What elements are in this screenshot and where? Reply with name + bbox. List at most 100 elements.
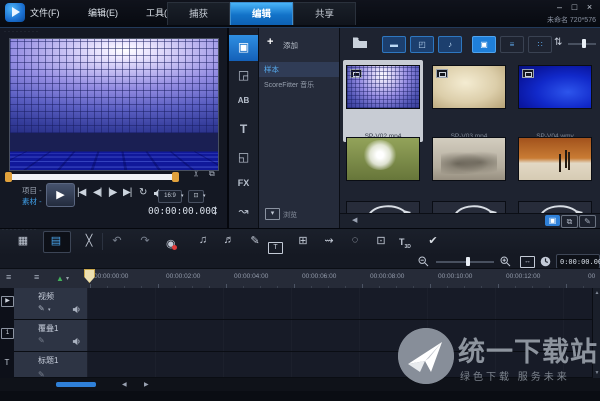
video-track-icon[interactable]: ▶ bbox=[1, 296, 14, 307]
collapse-gallery-icon[interactable]: ◀ bbox=[352, 216, 357, 224]
grid-lines-icon[interactable]: ⊞ bbox=[294, 234, 312, 247]
filter-fx-icon[interactable]: FX bbox=[229, 178, 258, 188]
transition-icon[interactable]: AB bbox=[229, 96, 258, 105]
end-button[interactable]: ▶| bbox=[123, 187, 132, 198]
hscroll-left-icon[interactable]: ◀ bbox=[122, 381, 127, 388]
zoom-out-icon[interactable] bbox=[418, 256, 429, 267]
edit-media-icon[interactable]: ✎ bbox=[579, 215, 596, 228]
tab-capture[interactable]: 捕获 bbox=[167, 2, 230, 25]
close-button[interactable]: × bbox=[583, 2, 596, 13]
record-capture-icon[interactable]: ◉ bbox=[166, 238, 176, 250]
media-item[interactable]: SP-V02.mp4 bbox=[343, 60, 423, 142]
ripple-caret-icon[interactable]: ▾ bbox=[48, 307, 51, 313]
track-options-icon[interactable]: ≡ bbox=[34, 272, 39, 282]
hscroll-thumb[interactable] bbox=[56, 382, 96, 387]
media-library-icon[interactable]: ▣ bbox=[229, 40, 258, 54]
zoom-in-icon[interactable] bbox=[500, 256, 511, 267]
media-item[interactable]: SP-V04.wmv bbox=[515, 60, 595, 142]
track-mute-icon[interactable] bbox=[72, 337, 81, 346]
play-button[interactable]: ▶ bbox=[46, 183, 75, 207]
tab-share[interactable]: 共享 bbox=[293, 2, 356, 25]
browse-label[interactable]: 浏览 bbox=[283, 210, 297, 220]
motion-tracking-icon[interactable]: ⇝ bbox=[320, 234, 338, 247]
split-clip-icon[interactable]: ✂ bbox=[192, 170, 201, 177]
3d-title-icon[interactable]: T3D bbox=[399, 237, 411, 250]
hscroll-right-icon[interactable]: ▶ bbox=[144, 381, 149, 388]
motion-path-icon[interactable]: ↝ bbox=[229, 204, 258, 218]
track-height-icon[interactable]: ▲ bbox=[56, 274, 64, 283]
list-view-button[interactable]: ≡ bbox=[500, 36, 524, 53]
timecode-down-icon[interactable]: ▼ bbox=[213, 212, 218, 217]
ripple-edit-icon[interactable]: ✎ bbox=[38, 336, 45, 345]
redo-icon[interactable]: ↷ bbox=[136, 234, 154, 247]
aspect-caret-icon[interactable]: ▾ bbox=[181, 194, 184, 199]
thumb-size-slider-thumb[interactable] bbox=[582, 39, 586, 48]
sound-mixer-icon[interactable]: ♫ bbox=[194, 234, 212, 246]
repeat-button[interactable]: ↻ bbox=[139, 187, 147, 198]
multicam-editor-icon[interactable]: ⊡ bbox=[372, 234, 390, 247]
mask-creator-icon[interactable]: ◌ bbox=[346, 234, 364, 246]
home-button[interactable]: |◀ bbox=[77, 187, 86, 198]
import-media-icon[interactable] bbox=[352, 36, 368, 49]
timeline-zoom-slider-thumb[interactable] bbox=[466, 257, 470, 266]
prev-frame-button[interactable]: ◀| bbox=[93, 187, 102, 198]
title-track-icon[interactable]: T bbox=[1, 358, 13, 367]
auto-music-icon[interactable]: ♬ bbox=[220, 234, 238, 246]
ruler-clock-icon[interactable] bbox=[540, 256, 551, 267]
scrubber-bar[interactable] bbox=[6, 174, 178, 180]
clip-mode-label[interactable]: 素材 - bbox=[22, 196, 42, 207]
preview-timecode[interactable]: 00:00:00.000 bbox=[148, 206, 217, 217]
track-manager-icon[interactable]: ≡ bbox=[6, 272, 11, 282]
track-header-overlay[interactable]: 覆叠1 ✎ ∗ bbox=[14, 320, 95, 352]
browse-panel-icon[interactable]: ▾ bbox=[265, 208, 280, 220]
tab-edit[interactable]: 编辑 bbox=[230, 2, 293, 25]
zoom-mode-dropdown[interactable]: ⊡ bbox=[188, 190, 204, 203]
title-library-icon[interactable]: T bbox=[229, 122, 258, 136]
timeline-view-icon[interactable]: ▤ bbox=[47, 234, 65, 247]
painting-creator-icon[interactable]: ✎ bbox=[246, 234, 264, 247]
trim-start-handle[interactable] bbox=[5, 172, 12, 182]
track-header-title[interactable]: 标题1 ✎ bbox=[14, 352, 87, 379]
minimize-button[interactable]: – bbox=[553, 2, 566, 13]
timeline-ruler[interactable]: ≡ ≡ ▲ ▾ 00:00:00:00 00:00:02:00 00:00:04… bbox=[0, 268, 600, 290]
instant-project-icon[interactable]: ◲ bbox=[229, 68, 258, 82]
project-mode-label[interactable]: 项目 - bbox=[22, 185, 42, 196]
filter-music-button[interactable]: ♪ bbox=[438, 36, 462, 53]
playhead-marker[interactable] bbox=[84, 269, 95, 283]
timeline-zoom-slider[interactable] bbox=[436, 261, 494, 263]
trim-end-handle[interactable] bbox=[172, 172, 179, 182]
enlarge-preview-icon[interactable]: ⧉ bbox=[209, 169, 215, 179]
track-header-video[interactable]: 视频 ✎ ▾ ∗ bbox=[14, 288, 95, 320]
zoom-caret-icon[interactable]: ▾ bbox=[203, 194, 206, 199]
storyboard-view-icon[interactable]: ▦ bbox=[14, 234, 32, 247]
grid-view-button[interactable]: ∷ bbox=[528, 36, 552, 53]
track-mute-icon[interactable] bbox=[72, 305, 81, 314]
subtitle-editor-icon[interactable]: T bbox=[268, 236, 283, 254]
category-scorefitter[interactable]: ScoreFitter 音乐 bbox=[259, 78, 339, 93]
track-height-caret-icon[interactable]: ▾ bbox=[66, 275, 69, 282]
aspect-ratio-dropdown[interactable]: 16:9 bbox=[158, 190, 182, 203]
filter-video-button[interactable]: ▬ bbox=[382, 36, 406, 53]
add-folder-icon[interactable]: + bbox=[267, 36, 273, 48]
media-item[interactable]: SP-V03.mp4 bbox=[429, 60, 509, 142]
compare-windows-icon[interactable]: ⧉ bbox=[561, 215, 578, 228]
library-panel-icon[interactable]: ▣ bbox=[545, 215, 560, 226]
enhance-check-icon[interactable]: ✔ bbox=[424, 234, 442, 247]
fit-project-icon[interactable]: ↔ bbox=[520, 256, 535, 268]
next-frame-button[interactable]: |▶ bbox=[108, 187, 117, 198]
overlay-track-icon[interactable]: 1 bbox=[1, 328, 14, 339]
filter-photo-button[interactable]: ◰ bbox=[410, 36, 434, 53]
add-folder-label[interactable]: 添加 bbox=[283, 40, 298, 51]
undo-icon[interactable]: ↶ bbox=[108, 234, 126, 247]
sort-icon[interactable]: ⇅ bbox=[554, 37, 562, 48]
ripple-edit-icon[interactable]: ✎ bbox=[38, 304, 45, 313]
mix-tools-icon[interactable]: ╳ bbox=[80, 234, 98, 247]
graphics-icon[interactable]: ◱ bbox=[229, 150, 258, 164]
maximize-button[interactable]: □ bbox=[568, 2, 581, 13]
menu-file[interactable]: 文件(F) bbox=[30, 6, 60, 19]
category-samples[interactable]: 样本 bbox=[259, 62, 339, 77]
scroll-up-icon[interactable]: ▲ bbox=[593, 290, 600, 296]
menu-edit[interactable]: 编辑(E) bbox=[88, 6, 118, 19]
video-track-lane[interactable] bbox=[87, 288, 592, 320]
show-all-button[interactable]: ▣ bbox=[472, 36, 496, 53]
